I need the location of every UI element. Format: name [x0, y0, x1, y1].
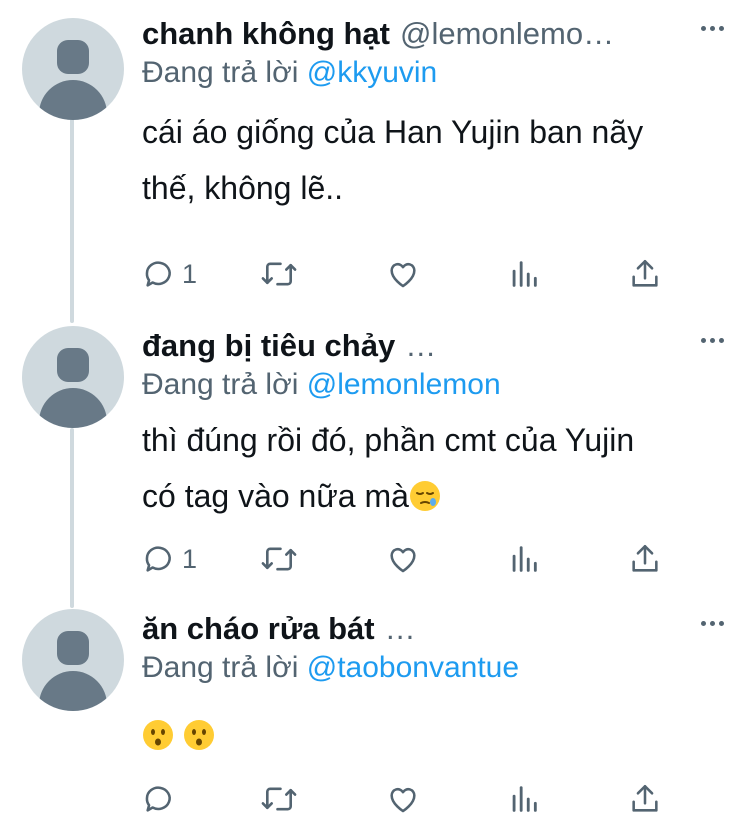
tweet-text: thì đúng rồi đó, phần cmt của Yujin có t…	[142, 412, 634, 524]
views-button[interactable]	[507, 542, 541, 576]
bar-chart-icon	[512, 546, 537, 572]
sleepy-face-emoji	[409, 481, 440, 511]
avatar-placeholder-head	[57, 40, 89, 74]
avatar-placeholder-body	[39, 671, 107, 711]
action-bar: 1	[142, 257, 702, 297]
retweet-icon	[261, 787, 297, 811]
views-button[interactable]	[507, 782, 541, 816]
tweet-text-line: cái áo giống của Han Yujin ban nãy	[142, 114, 644, 150]
reply-tweet[interactable]: chanh không hạt @lemonlemo… Đang trả lời…	[0, 10, 750, 310]
tweet-text-line: thì đúng rồi đó, phần cmt của Yujin	[142, 422, 635, 458]
reply-button[interactable]	[142, 782, 182, 816]
avatar-placeholder-body	[39, 388, 107, 428]
user-handle[interactable]: …	[405, 328, 436, 364]
reply-prefix: Đang trả lời	[142, 651, 299, 684]
hushed-face-emoji	[143, 720, 173, 750]
share-up-arrow-icon	[632, 784, 658, 812]
retweet-icon	[261, 547, 297, 571]
like-button[interactable]	[386, 542, 420, 576]
replying-to: Đang trả lời @kkyuvin	[142, 56, 437, 90]
user-handle[interactable]: @lemonlemo…	[400, 16, 614, 52]
views-button[interactable]	[507, 257, 541, 291]
action-bar: 1	[142, 542, 702, 582]
avatar-placeholder-head	[57, 348, 89, 382]
display-name[interactable]: đang bị tiêu chảy	[142, 328, 395, 364]
display-name[interactable]: chanh không hạt	[142, 16, 390, 52]
heart-icon	[390, 787, 416, 813]
speech-bubble-icon	[145, 261, 171, 287]
share-button[interactable]	[628, 782, 662, 816]
more-dots-icon[interactable]	[701, 621, 724, 626]
reply-thread: chanh không hạt @lemonlemo… Đang trả lời…	[0, 0, 750, 825]
like-button[interactable]	[386, 257, 420, 291]
more-dots-icon[interactable]	[701, 26, 724, 31]
share-button[interactable]	[628, 257, 662, 291]
tweet-header: đang bị tiêu chảy …	[142, 324, 730, 368]
retweet-button[interactable]	[260, 257, 298, 291]
reply-count: 1	[182, 258, 198, 289]
share-up-arrow-icon	[632, 544, 658, 572]
tweet-text-line: thế, không lẽ..	[142, 170, 344, 206]
share-button[interactable]	[628, 542, 662, 576]
tweet-text-line-with-emoji: có tag vào nữa mà	[142, 468, 634, 524]
tweet-text	[142, 707, 215, 763]
mention-link[interactable]: @lemonlemon	[307, 368, 501, 401]
action-bar	[142, 782, 702, 822]
avatar-placeholder-head	[57, 631, 89, 665]
avatar[interactable]	[22, 18, 124, 120]
reply-prefix: Đang trả lời	[142, 368, 299, 401]
reply-button[interactable]: 1	[142, 542, 197, 576]
hushed-face-emoji	[183, 720, 214, 750]
like-button[interactable]	[386, 782, 420, 816]
reply-tweet[interactable]: đang bị tiêu chảy … Đang trả lời @lemonl…	[0, 322, 750, 592]
reply-prefix: Đang trả lời	[142, 56, 299, 89]
bar-chart-icon	[512, 786, 537, 812]
speech-bubble-icon	[145, 546, 171, 572]
tweet-header: ăn cháo rửa bát …	[142, 607, 730, 651]
reply-button[interactable]: 1	[142, 257, 197, 291]
heart-icon	[390, 262, 416, 288]
replying-to: Đang trả lời @lemonlemon	[142, 368, 501, 402]
heart-icon	[390, 547, 416, 573]
tweet-header: chanh không hạt @lemonlemo…	[142, 12, 730, 56]
user-handle[interactable]: …	[385, 611, 416, 647]
reply-tweet[interactable]: ăn cháo rửa bát … Đang trả lời @taobonva…	[0, 605, 750, 825]
speech-bubble-icon	[145, 786, 171, 812]
retweet-icon	[261, 262, 297, 286]
mention-link[interactable]: @kkyuvin	[307, 56, 438, 89]
retweet-button[interactable]	[260, 542, 298, 576]
avatar[interactable]	[22, 326, 124, 428]
reply-count: 1	[182, 543, 198, 574]
share-up-arrow-icon	[632, 259, 658, 287]
replying-to: Đang trả lời @taobonvantue	[142, 651, 519, 685]
bar-chart-icon	[512, 261, 537, 287]
display-name[interactable]: ăn cháo rửa bát	[142, 611, 375, 647]
avatar-placeholder-body	[39, 80, 107, 120]
mention-link[interactable]: @taobonvantue	[307, 651, 519, 684]
tweet-text: cái áo giống của Han Yujin ban nãy thế, …	[142, 104, 643, 216]
tweet-text-line: có tag vào nữa mà	[142, 478, 409, 514]
more-dots-icon[interactable]	[701, 338, 724, 343]
avatar[interactable]	[22, 609, 124, 711]
retweet-button[interactable]	[260, 782, 298, 816]
